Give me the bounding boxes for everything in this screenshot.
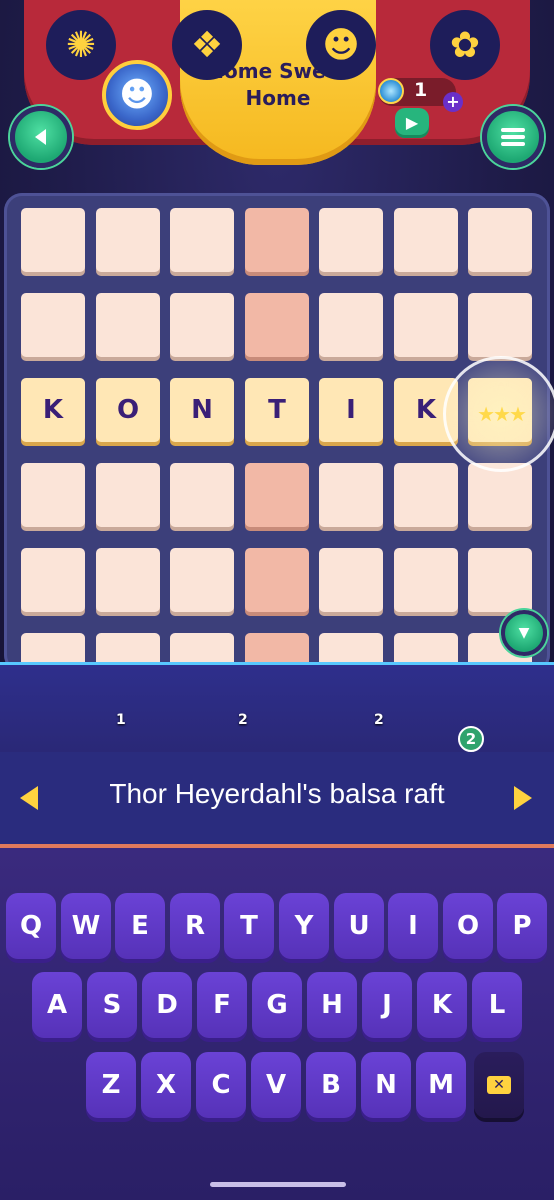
board-cell[interactable] [170, 463, 234, 527]
key-r[interactable]: R [170, 893, 220, 959]
key-f[interactable]: F [197, 972, 247, 1038]
board-cell[interactable] [245, 548, 309, 612]
coin-icon [378, 78, 404, 104]
key-p[interactable]: P [497, 893, 547, 959]
key-x[interactable]: X [141, 1052, 191, 1118]
card-helper-cost: 2 [238, 712, 248, 728]
board-cell[interactable]: T [245, 378, 309, 442]
backspace-icon: ✕ [487, 1076, 511, 1094]
key-i[interactable]: I [388, 893, 438, 959]
key-b[interactable]: B [306, 1052, 356, 1118]
add-coins-button[interactable]: + [443, 92, 463, 112]
key-u[interactable]: U [334, 893, 384, 959]
key-d[interactable]: D [142, 972, 192, 1038]
board-cell[interactable] [170, 208, 234, 272]
board-cell[interactable] [468, 293, 532, 357]
worm-helper-count: 2 [458, 726, 484, 752]
board-cell[interactable]: O [96, 378, 160, 442]
board-cell[interactable] [319, 208, 383, 272]
board-cell[interactable] [245, 463, 309, 527]
backspace-key[interactable]: ✕ [474, 1052, 524, 1118]
key-c[interactable]: C [196, 1052, 246, 1118]
board-cell[interactable]: N [170, 378, 234, 442]
chevron-down-icon: ▼ [518, 625, 530, 641]
next-clue-arrow-icon[interactable] [514, 786, 532, 810]
board-cell[interactable] [319, 293, 383, 357]
board-cell[interactable] [96, 293, 160, 357]
board-cell[interactable] [21, 293, 85, 357]
card-creature-icon: ❖ [190, 24, 224, 66]
board-cell[interactable] [96, 463, 160, 527]
scroll-down-button[interactable]: ▼ [501, 610, 547, 656]
key-k[interactable]: K [417, 972, 467, 1038]
board-cell[interactable] [319, 548, 383, 612]
chevron-left-icon [35, 129, 46, 145]
board-cell[interactable] [245, 293, 309, 357]
board-cell[interactable]: I [319, 378, 383, 442]
player-avatar[interactable]: ☻ [102, 60, 172, 130]
key-y[interactable]: Y [279, 893, 329, 959]
key-t[interactable]: T [224, 893, 274, 959]
key-e[interactable]: E [115, 893, 165, 959]
firefly-helper-cost: 1 [116, 712, 126, 728]
board-cell[interactable] [170, 548, 234, 612]
key-q[interactable]: Q [6, 893, 56, 959]
board-cell[interactable] [96, 548, 160, 612]
watch-video-button[interactable]: ▶ [395, 108, 429, 138]
robot-avatar-icon: ☻ [119, 75, 155, 115]
board-cell[interactable] [245, 208, 309, 272]
astronaut-creature-icon: ☻ [322, 24, 360, 66]
board-cell[interactable] [170, 293, 234, 357]
key-h[interactable]: H [307, 972, 357, 1038]
board-cell[interactable] [394, 548, 458, 612]
previous-clue-arrow-icon[interactable] [20, 786, 38, 810]
key-w[interactable]: W [61, 893, 111, 959]
key-z[interactable]: Z [86, 1052, 136, 1118]
board-cell[interactable] [319, 463, 383, 527]
worm-helper[interactable]: ✿ [430, 10, 500, 80]
board-cell[interactable]: K [21, 378, 85, 442]
board-cell[interactable] [21, 208, 85, 272]
key-v[interactable]: V [251, 1052, 301, 1118]
key-n[interactable]: N [361, 1052, 411, 1118]
firefly-helper[interactable]: ✺ [46, 10, 116, 80]
board-cell[interactable] [468, 463, 532, 527]
key-o[interactable]: O [443, 893, 493, 959]
board-cell[interactable] [394, 208, 458, 272]
key-l[interactable]: L [472, 972, 522, 1038]
back-button[interactable] [10, 106, 72, 168]
key-j[interactable]: J [362, 972, 412, 1038]
board-cell[interactable] [468, 208, 532, 272]
board-cell[interactable] [394, 463, 458, 527]
key-a[interactable]: A [32, 972, 82, 1038]
board-cell[interactable] [21, 548, 85, 612]
board-cell[interactable] [468, 548, 532, 612]
board-cell[interactable] [21, 463, 85, 527]
card-helper[interactable]: ❖ [172, 10, 242, 80]
video-camera-icon: ▶ [405, 113, 419, 132]
home-indicator [210, 1182, 346, 1187]
key-g[interactable]: G [252, 972, 302, 1038]
board-cell[interactable] [96, 208, 160, 272]
firefly-icon: ✺ [65, 24, 97, 66]
coin-count: 1 [414, 79, 428, 101]
worm-creature-icon: ✿ [449, 24, 481, 66]
astronaut-helper-cost: 2 [374, 712, 384, 728]
sparkle-effect: ★★★ [443, 356, 554, 472]
astronaut-helper[interactable]: ☻ [306, 10, 376, 80]
board-cell[interactable] [394, 293, 458, 357]
clue-text: Thor Heyerdahl's balsa raft [109, 778, 445, 809]
key-m[interactable]: M [416, 1052, 466, 1118]
hamburger-menu-icon [501, 128, 525, 146]
key-s[interactable]: S [87, 972, 137, 1038]
menu-button[interactable] [482, 106, 544, 168]
